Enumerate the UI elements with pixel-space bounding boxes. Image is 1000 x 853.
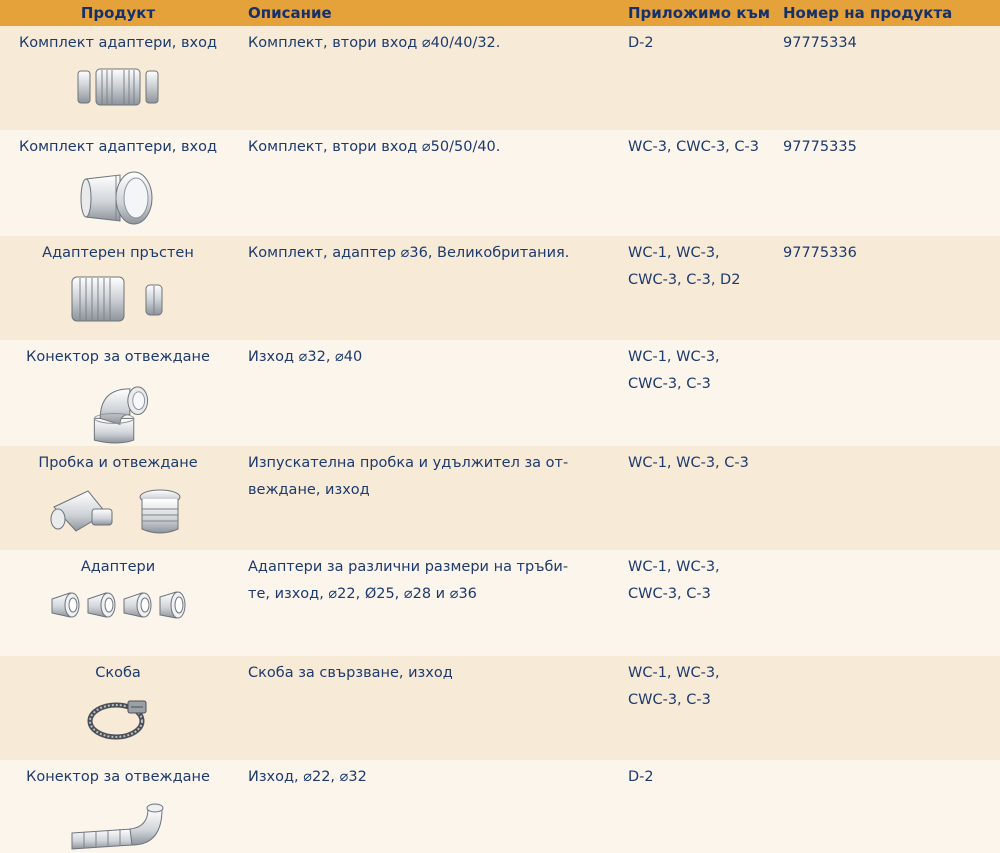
product-name: Конектор за отвеждане <box>26 769 210 785</box>
table-row: Комплект адаптери, вход Комплект, втори … <box>0 130 1000 236</box>
product-cell: Конектор за отвеждане <box>0 760 236 853</box>
header-description: Описание <box>248 4 332 22</box>
description-cell: Адаптери за различни размери на тръби- т… <box>248 559 569 602</box>
number-cell <box>774 760 1000 853</box>
product-cell: Комплект адаптери, вход <box>0 130 236 236</box>
table-row: Скоба Скоба за свързване, изход WC-1, WC… <box>0 656 1000 760</box>
product-cell: Адаптери <box>0 550 236 656</box>
product-name: Адаптерен пръстен <box>42 245 194 261</box>
product-name: Адаптери <box>80 559 156 575</box>
product-cell: Скоба <box>0 656 236 760</box>
header-product: Продукт <box>80 4 156 22</box>
inlet-adapter-large-image <box>80 171 153 225</box>
product-name: Конектор за отвеждане <box>26 349 210 365</box>
product-name: Комплект адаптери, вход <box>18 35 218 51</box>
hose-clamp-image <box>87 700 147 740</box>
description-cell: Комплект, адаптер ⌀36, Великобритания. <box>248 245 570 261</box>
elbow-connector-image <box>93 386 149 444</box>
drain-hose-connector-image <box>71 803 164 850</box>
applicable-cell: WC-1, WC-3, CWC-3, C-3 <box>628 665 720 708</box>
number-cell <box>774 550 1000 656</box>
plug-and-drain-image <box>50 489 181 534</box>
applicable-cell: WC-3, CWC-3, C-3 <box>628 139 759 155</box>
applicable-cell: WC-1, WC-3, CWC-3, C-3, D2 <box>628 245 741 288</box>
product-name: Пробка и отвеждане <box>38 455 198 471</box>
number-cell: 97775335 <box>783 139 857 155</box>
product-cell: Комплект адаптери, вход <box>0 26 236 130</box>
table-row: Адаптерен пръстен Комплект, адаптер ⌀36,… <box>0 236 1000 340</box>
table-header: Продукт Описание Приложимо към Номер на … <box>0 0 1000 26</box>
applicable-cell: WC-1, WC-3, CWC-3, C-3 <box>628 559 720 602</box>
applicable-cell: D-2 <box>628 769 654 785</box>
header-number: Номер на продукта <box>783 4 953 22</box>
description-cell: Скоба за свързване, изход <box>248 665 453 681</box>
number-cell <box>774 656 1000 760</box>
number-cell <box>774 340 1000 446</box>
table-row: Комплект адаптери, вход Комплект, втори … <box>0 26 1000 130</box>
applicable-cell: WC-1, WC-3, CWC-3, C-3 <box>628 349 720 392</box>
description-cell: Изпускателна пробка и удължител за от- в… <box>248 455 569 498</box>
header-applicable: Приложимо към <box>628 4 771 22</box>
table-row: Конектор за отвеждане Изход ⌀32, ⌀40 WC-… <box>0 340 1000 446</box>
table-row: Конектор за отвеждане Изход, ⌀22, ⌀32 D-… <box>0 760 1000 853</box>
applicable-cell: WC-1, WC-3, C-3 <box>628 455 749 471</box>
product-cell: Конектор за отвеждане <box>0 340 236 446</box>
applicable-cell: D-2 <box>628 35 654 51</box>
product-table: Продукт Описание Приложимо към Номер на … <box>0 0 1000 853</box>
number-cell <box>774 446 1000 550</box>
number-cell: 97775336 <box>783 245 857 261</box>
table-row: Адаптери Адаптери за различни размери на… <box>0 550 1000 656</box>
product-cell: Пробка и отвеждане <box>0 446 236 550</box>
product-name: Комплект адаптери, вход <box>18 139 218 155</box>
product-name: Скоба <box>95 665 141 681</box>
product-cell: Адаптерен пръстен <box>0 236 236 340</box>
four-adapters-image <box>51 591 186 619</box>
inlet-adapter-set-small-image <box>77 68 159 106</box>
number-cell: 97775334 <box>783 35 857 51</box>
description-cell: Комплект, втори вход ⌀50/50/40. <box>248 139 501 155</box>
description-cell: Комплект, втори вход ⌀40/40/32. <box>248 35 501 51</box>
description-cell: Изход, ⌀22, ⌀32 <box>248 769 367 785</box>
description-cell: Изход ⌀32, ⌀40 <box>248 349 363 365</box>
table-row: Пробка и отвеждане Изпускателна пробка и… <box>0 446 1000 550</box>
adapter-ring-image <box>71 276 163 322</box>
